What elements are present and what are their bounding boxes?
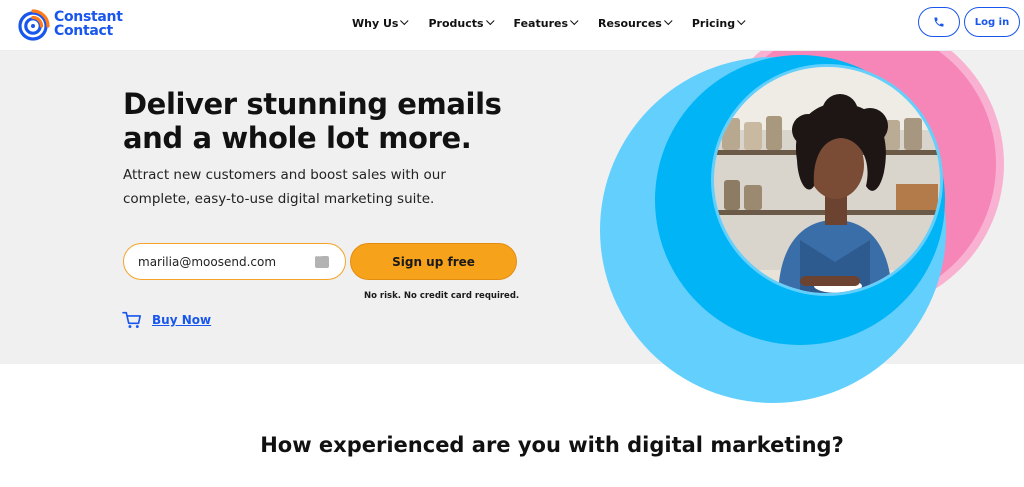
sign-up-free-button[interactable]: Sign up free [350, 243, 517, 280]
no-risk-disclaimer: No risk. No credit card required. [364, 291, 520, 301]
hero-title: Deliver stunning emails and a whole lot … [123, 87, 502, 155]
login-button[interactable]: Log in [964, 7, 1020, 37]
phone-icon [934, 17, 944, 27]
buy-now-label: Buy Now [152, 313, 212, 327]
page: Constant Contact Why Us Products Feature… [0, 0, 1024, 487]
email-input[interactable] [138, 253, 308, 271]
nav-resources[interactable]: Resources [598, 15, 673, 31]
chevron-down-icon [400, 16, 409, 26]
nav-label: Products [428, 16, 484, 30]
nav-label: Features [513, 16, 569, 30]
logo-line-2: Contact [54, 23, 113, 39]
email-field[interactable] [123, 243, 346, 280]
nav-why-us[interactable]: Why Us [352, 15, 409, 31]
shopping-cart-icon [122, 311, 141, 329]
nav-label: Why Us [352, 16, 399, 30]
nav-features[interactable]: Features [513, 15, 579, 31]
logo-mark-icon [18, 9, 50, 41]
constant-contact-logo[interactable]: Constant Contact [16, 7, 136, 41]
buy-now-link[interactable]: Buy Now [122, 311, 211, 329]
experience-question-heading: How experienced are you with digital mar… [260, 433, 844, 457]
nav-label: Resources [598, 16, 662, 30]
logo-line-1: Constant [54, 9, 123, 25]
site-header: Constant Contact Why Us Products Feature… [0, 0, 1024, 51]
main-nav: Why Us Products Features Resources Prici… [352, 15, 746, 31]
chevron-down-icon [663, 16, 673, 26]
nav-label: Pricing [691, 16, 736, 30]
autofill-key-icon[interactable] [315, 252, 329, 268]
logo-wordmark: Constant Contact [54, 10, 123, 38]
chevron-down-icon [485, 16, 495, 26]
phone-button[interactable] [918, 7, 960, 37]
nav-pricing[interactable]: Pricing [691, 15, 746, 31]
chevron-down-icon [737, 16, 746, 26]
hero-subtitle: Attract new customers and boost sales wi… [123, 167, 446, 207]
nav-products[interactable]: Products [428, 15, 495, 31]
chevron-down-icon [570, 16, 579, 26]
